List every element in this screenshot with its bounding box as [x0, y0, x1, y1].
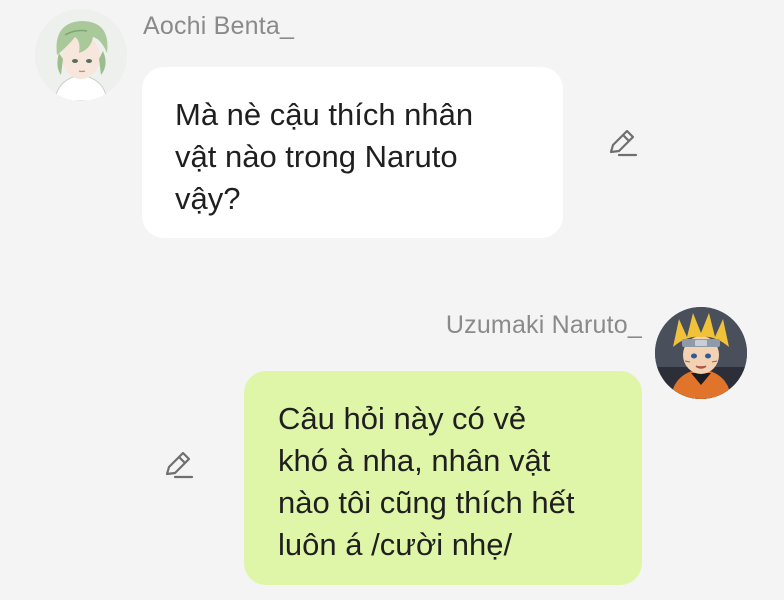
- message-bubble-outgoing[interactable]: Câu hỏi này có vẻ khó à nha, nhân vật nà…: [244, 371, 642, 585]
- green-haired-character-avatar-icon: [35, 9, 127, 101]
- message-line: Câu hỏi này có vẻ: [278, 401, 527, 436]
- chat-view: Aochi Benta_ Mà nè cậu thích nhân vật nà…: [0, 0, 784, 600]
- pencil-edit-icon[interactable]: [605, 126, 639, 160]
- sender-name: Uzumaki Naruto_: [445, 311, 642, 339]
- message-line: khó à nha, nhân vật: [278, 443, 551, 478]
- message-bubble-incoming[interactable]: Mà nè cậu thích nhân vật nào trong Narut…: [142, 67, 563, 238]
- sender-name: Aochi Benta_: [143, 12, 295, 40]
- message-line: nào tôi cũng thích hết: [278, 485, 575, 520]
- pencil-edit-icon[interactable]: [161, 448, 195, 482]
- naruto-character-avatar-icon: [655, 307, 747, 399]
- message-line: vật nào trong Naruto: [175, 139, 458, 174]
- message-line: Mà nè cậu thích nhân: [175, 97, 474, 132]
- message-line: vậy?: [175, 181, 241, 216]
- avatar-uzumaki-naruto[interactable]: [655, 307, 747, 399]
- avatar-aochi-benta[interactable]: [35, 9, 127, 101]
- message-line: luôn á /cười nhẹ/: [278, 527, 513, 562]
